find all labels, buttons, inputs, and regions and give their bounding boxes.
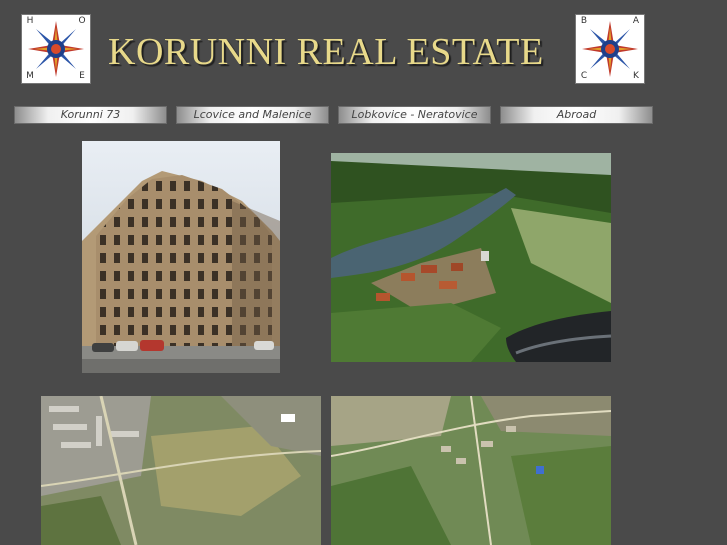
logo-letter: H [26, 16, 34, 26]
aerial-map-housing-estate[interactable] [41, 396, 321, 545]
logo-letter: M [26, 71, 34, 81]
nav-lcovice-malenice[interactable]: Lcovice and Malenice [176, 106, 329, 124]
aerial-map-village[interactable] [331, 396, 611, 545]
logo-letter: B [580, 16, 588, 26]
nav-abroad[interactable]: Abroad [500, 106, 653, 124]
logo-letter: C [580, 71, 588, 81]
logo-letter: A [632, 16, 640, 26]
nav-korunni-73[interactable]: Korunni 73 [14, 106, 167, 124]
logo-letter: E [79, 71, 85, 81]
back-logo[interactable]: B A C K [575, 14, 645, 84]
home-logo[interactable]: H O M E [21, 14, 91, 84]
logo-letter: O [78, 16, 86, 26]
apartment-building-photo[interactable] [82, 141, 280, 373]
site-title: KORUNNI REAL ESTATE [108, 31, 544, 73]
nav-lobkovice-neratovice[interactable]: Lobkovice - Neratovice [338, 106, 491, 124]
logo-letter: K [633, 71, 639, 81]
aerial-river-village-photo[interactable] [331, 153, 611, 362]
